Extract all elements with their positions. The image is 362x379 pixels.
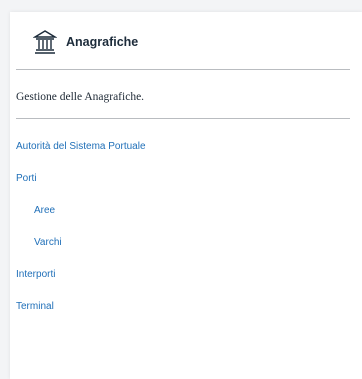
nav-link-autorita-sistema-portuale[interactable]: Autorità del Sistema Portuale bbox=[16, 138, 146, 170]
description-divider bbox=[16, 118, 350, 119]
nav-link-terminal[interactable]: Terminal bbox=[16, 298, 146, 330]
anagrafiche-nav-list: Autorità del Sistema Portuale Porti Aree… bbox=[16, 138, 146, 330]
header-divider bbox=[16, 69, 350, 70]
section-description: Gestione delle Anagrafiche. bbox=[16, 91, 145, 103]
page-title: Anagrafiche bbox=[66, 35, 139, 49]
nav-link-interporti[interactable]: Interporti bbox=[16, 266, 146, 298]
institution-building-icon bbox=[32, 29, 58, 55]
panel-header: Anagrafiche bbox=[32, 29, 139, 55]
nav-link-porti[interactable]: Porti bbox=[16, 170, 146, 202]
nav-link-aree[interactable]: Aree bbox=[16, 202, 146, 234]
anagrafiche-panel: Anagrafiche Gestione delle Anagrafiche. … bbox=[10, 12, 362, 379]
nav-link-varchi[interactable]: Varchi bbox=[16, 234, 146, 266]
